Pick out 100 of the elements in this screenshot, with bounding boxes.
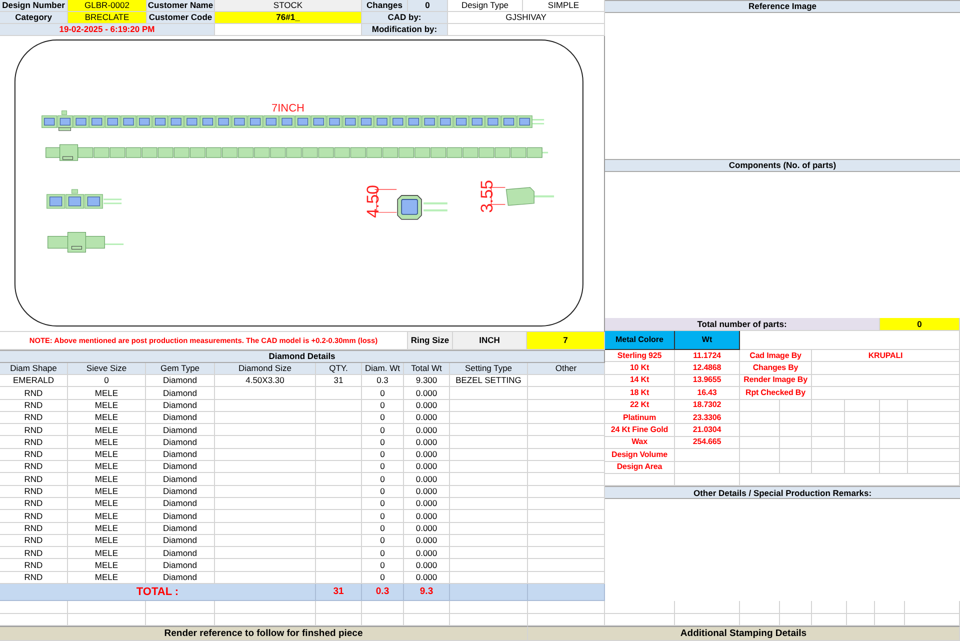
empty-cell: [780, 412, 812, 424]
field-value: 7: [527, 332, 605, 350]
table-cell: MELE: [68, 448, 146, 462]
empty-cell: [845, 412, 880, 424]
table-cell: 0: [362, 522, 404, 535]
table-cell: 0: [362, 461, 404, 474]
empty-cell: [812, 601, 847, 614]
section-title: Other Details / Special Production Remarks:: [605, 486, 960, 500]
table-cell: 0: [362, 534, 404, 548]
date-text: 19-02-2025 - 6:19:20 PM: [0, 24, 215, 36]
table-cell: Diamond: [146, 522, 215, 535]
total-value: 31: [316, 584, 362, 601]
field-label: Changes By: [740, 362, 812, 375]
empty-cell: [908, 400, 960, 412]
empty-cell: [905, 601, 960, 614]
empty-cell: [740, 412, 780, 424]
dimension-label: 4.50: [364, 184, 383, 218]
empty-cell: [0, 601, 68, 614]
empty-cell: [812, 462, 845, 474]
table-cell: Diamond: [146, 424, 215, 436]
table-cell: RND: [0, 559, 68, 572]
empty-cell: [316, 412, 362, 424]
table-cell: 0: [362, 510, 404, 523]
table-cell: RND: [0, 436, 68, 449]
column-header: Setting Type: [450, 362, 528, 375]
table-cell: Diamond: [146, 412, 215, 424]
table-cell: 0: [362, 424, 404, 436]
table-cell: Diamond: [146, 473, 215, 486]
empty-cell: [316, 547, 362, 560]
empty-cell: [362, 601, 404, 614]
metal-name: 14 Kt: [605, 374, 675, 388]
empty-cell: [316, 522, 362, 535]
metal-weight: 21.0304: [675, 424, 740, 437]
field-value: 0: [408, 0, 448, 12]
empty-cell: [740, 436, 780, 450]
empty-cell: [812, 424, 845, 437]
column-header: Metal Colore: [605, 331, 675, 350]
section-title: Render reference to follow for finshed piece: [0, 626, 528, 641]
field-value: KRUPALI: [812, 350, 960, 362]
empty-cell: [908, 424, 960, 437]
empty-cell: [316, 473, 362, 486]
field-label: Design Number: [0, 0, 68, 12]
field-value: GLBR-0002: [68, 0, 147, 12]
table-cell: 0: [362, 436, 404, 449]
table-cell: RND: [0, 547, 68, 560]
table-cell: MELE: [68, 510, 146, 523]
metal-weight: 254.665: [675, 436, 740, 450]
empty-cell: [740, 601, 780, 614]
table-cell: 0: [362, 448, 404, 462]
column-header: Other: [528, 362, 605, 375]
empty-cell: [812, 449, 845, 462]
empty-cell: [880, 449, 908, 462]
field-label: Modification by:: [362, 24, 448, 36]
field-label: CAD by:: [362, 12, 448, 24]
column-header: QTY.: [316, 362, 362, 375]
total-label: TOTAL :: [0, 584, 316, 601]
metal-weight: 18.7302: [675, 400, 740, 412]
table-cell: EMERALD: [0, 374, 68, 388]
section-title: Diamond Details: [0, 350, 604, 363]
table-cell: 0.000: [404, 522, 450, 535]
column-header: Diam. Wt: [362, 362, 404, 375]
empty-cell: [908, 436, 960, 450]
table-cell: 0.000: [404, 400, 450, 412]
field-value: 0: [880, 318, 960, 331]
metal-weight: 11.1724: [675, 350, 740, 362]
empty-cell: [880, 412, 908, 424]
empty-cell: [847, 601, 875, 614]
empty-cell: [780, 424, 812, 437]
field-label: Render Image By: [740, 374, 812, 388]
table-cell: RND: [0, 448, 68, 462]
table-cell: 0.000: [404, 486, 450, 498]
table-cell: 0.000: [404, 461, 450, 474]
metal-name: 24 Kt Fine Gold: [605, 424, 675, 437]
empty-cell: [316, 400, 362, 412]
table-cell: 0.000: [404, 547, 450, 560]
table-cell: 0.000: [404, 448, 450, 462]
table-cell: MELE: [68, 473, 146, 486]
table-cell: Diamond: [146, 534, 215, 548]
table-cell: RND: [0, 461, 68, 474]
metal-weight: 16.43: [675, 387, 740, 400]
field-value: INCH: [453, 332, 527, 350]
empty-cell: [780, 449, 812, 462]
total-value: 0.3: [362, 584, 404, 601]
field-value: GJSHIVAY: [448, 12, 605, 24]
empty-cell: [845, 436, 880, 450]
empty-cell: [675, 449, 740, 462]
table-cell: MELE: [68, 461, 146, 474]
empty-cell: [845, 400, 880, 412]
table-cell: Diamond: [146, 436, 215, 449]
field-value: Design Type: [448, 0, 523, 12]
total-value: 9.3: [404, 584, 450, 601]
empty-cell: [875, 601, 905, 614]
table-cell: Diamond: [146, 387, 215, 400]
table-cell: 0: [362, 559, 404, 572]
table-cell: 0.000: [404, 534, 450, 548]
section-title: Components (No. of parts): [605, 159, 960, 172]
metal-weight: 13.9655: [675, 374, 740, 388]
metal-name: Design Area: [605, 462, 675, 474]
empty-cell: [780, 601, 812, 614]
column-header: Total Wt: [404, 362, 450, 375]
